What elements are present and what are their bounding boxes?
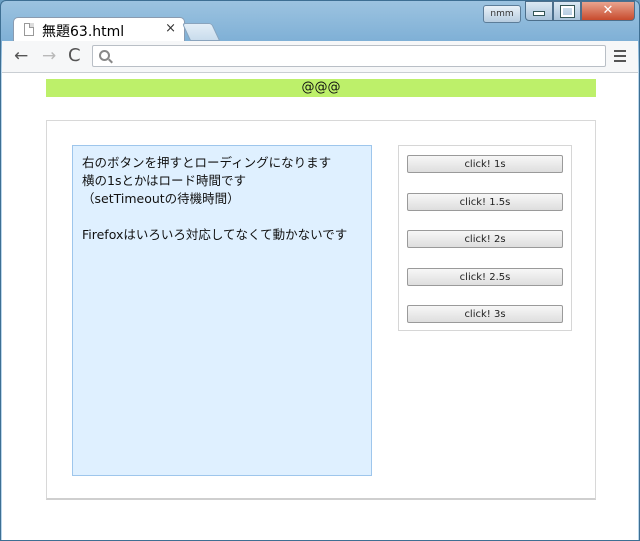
click-1s-button[interactable]: click! 1s: [407, 155, 563, 173]
click-1-5s-button[interactable]: click! 1.5s: [407, 193, 563, 211]
user-profile-badge[interactable]: nmm: [483, 5, 521, 23]
button-panel: click! 1s click! 1.5s click! 2s click! 2…: [398, 145, 572, 331]
page-header: @@@: [46, 79, 596, 97]
search-icon: [99, 50, 110, 61]
minimize-icon: [533, 11, 545, 16]
close-window-button[interactable]: ✕: [581, 1, 635, 21]
maximize-button[interactable]: [553, 1, 581, 21]
address-input[interactable]: [117, 48, 601, 66]
page-content: @@@ 右のボタンを押すとローディングになります 横の1sとかはロード時間です …: [2, 73, 638, 540]
info-line: [82, 208, 362, 226]
info-line: 横の1sとかはロード時間です: [82, 173, 246, 188]
click-3s-button[interactable]: click! 3s: [407, 305, 563, 323]
info-line: 右のボタンを押すとローディングになります: [82, 155, 332, 170]
main-container: 右のボタンを押すとローディングになります 横の1sとかはロード時間です （set…: [46, 120, 596, 500]
maximize-icon: [559, 5, 575, 18]
browser-window: nmm ✕ 無題63.html × ← → C @@@ 右のボタンを押すとローデ…: [0, 0, 640, 541]
info-line: （setTimeoutの待機時間）: [82, 191, 240, 206]
new-tab-button[interactable]: [181, 23, 221, 41]
tab-title: 無題63.html: [42, 24, 125, 40]
tab-close-icon[interactable]: ×: [165, 21, 176, 36]
close-icon: ✕: [602, 3, 614, 18]
click-2-5s-button[interactable]: click! 2.5s: [407, 268, 563, 286]
back-icon[interactable]: ←: [14, 46, 28, 66]
menu-icon[interactable]: [614, 50, 626, 65]
info-line: Firefoxはいろいろ対応してなくて動かないです: [82, 227, 348, 242]
info-panel: 右のボタンを押すとローディングになります 横の1sとかはロード時間です （set…: [72, 145, 372, 476]
page-icon: [24, 23, 34, 36]
forward-icon[interactable]: →: [42, 46, 56, 66]
minimize-button[interactable]: [525, 1, 553, 21]
click-2s-button[interactable]: click! 2s: [407, 230, 563, 248]
browser-toolbar: ← → C: [2, 41, 638, 73]
reload-icon[interactable]: C: [68, 45, 81, 66]
address-bar[interactable]: [92, 45, 606, 67]
browser-tab[interactable]: 無題63.html ×: [13, 17, 185, 41]
